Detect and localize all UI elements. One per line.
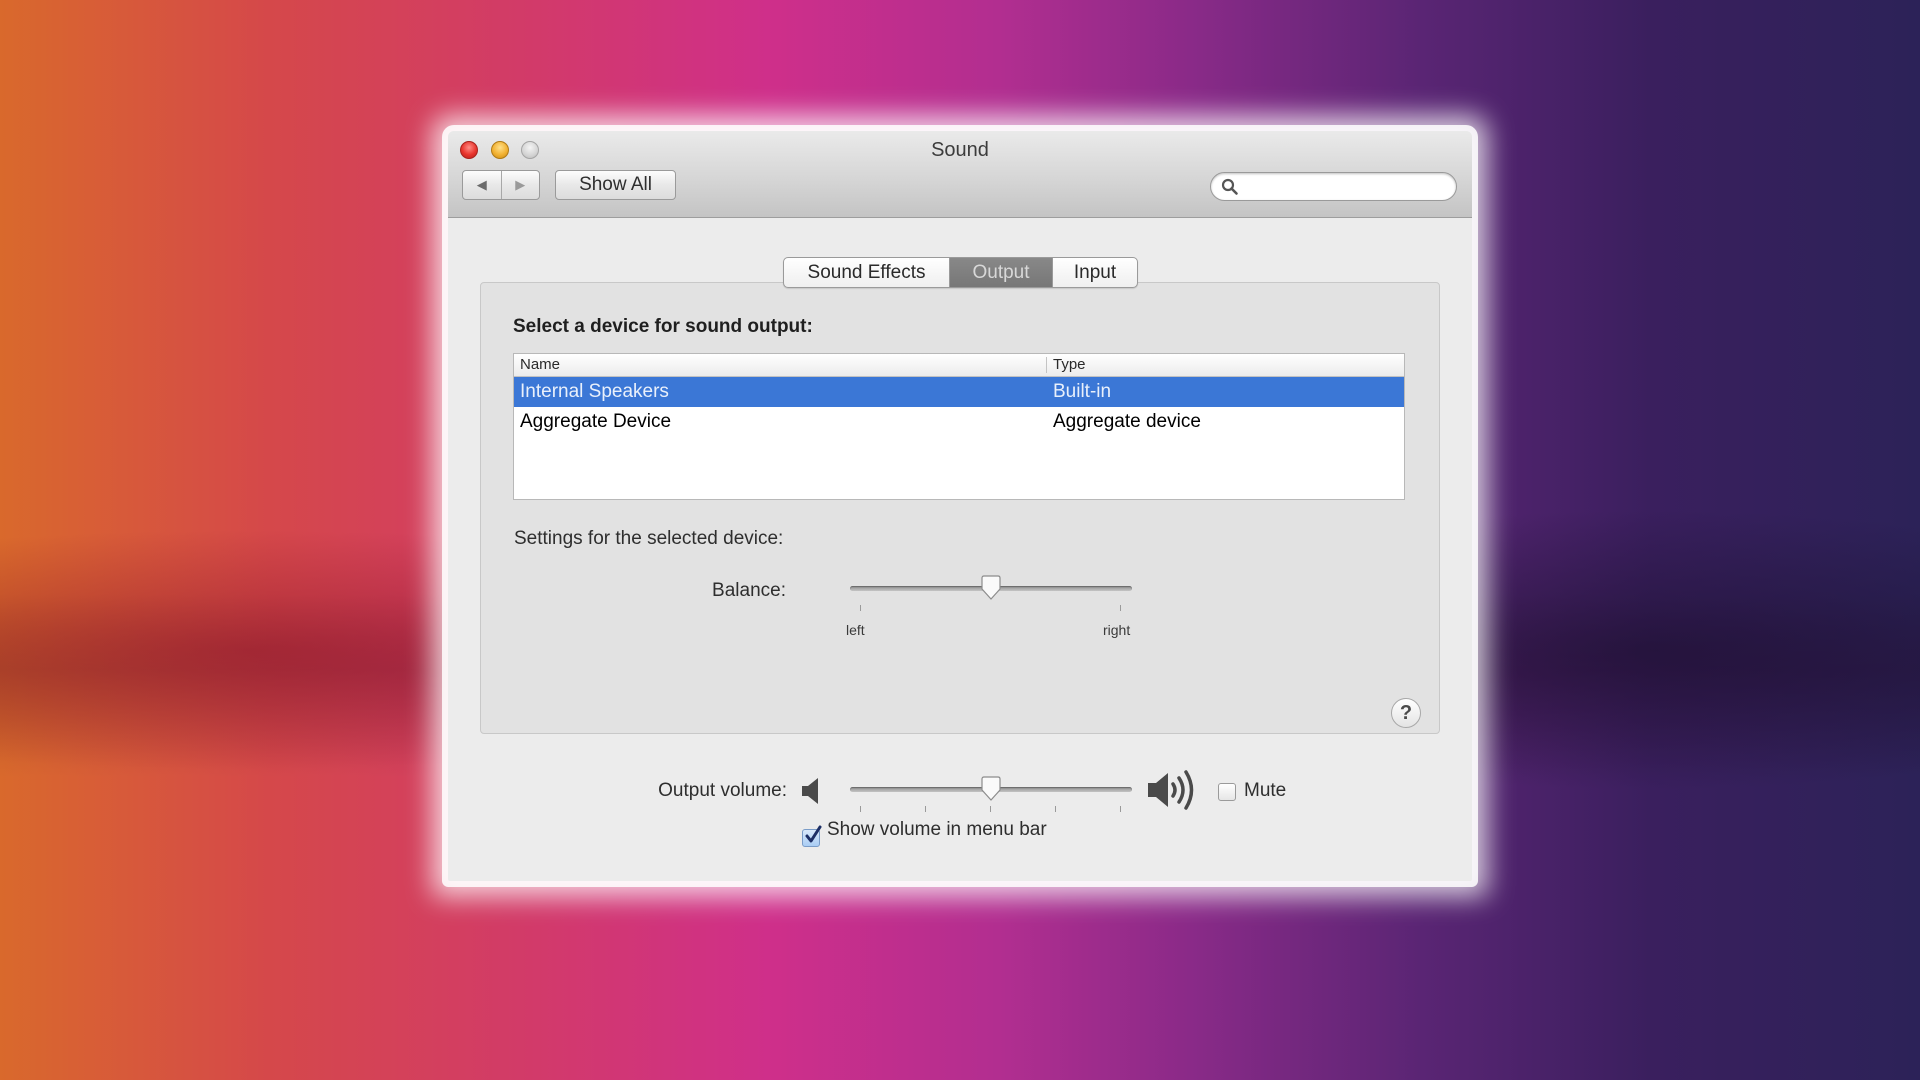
balance-thumb[interactable] [980, 575, 1002, 601]
magnifier-icon [1221, 178, 1238, 195]
output-device-table[interactable]: Name Type Internal Speakers Built-in Agg… [513, 353, 1405, 500]
tab-sound-effects[interactable]: Sound Effects [784, 258, 949, 287]
volume-tick [860, 806, 861, 812]
back-button[interactable]: ◀ [463, 171, 501, 199]
tab-output[interactable]: Output [949, 258, 1052, 287]
device-name: Aggregate Device [520, 411, 672, 432]
checkmark-icon [805, 825, 822, 843]
table-row[interactable]: Aggregate Device Aggregate device [514, 407, 1404, 437]
balance-slider[interactable] [850, 575, 1132, 611]
back-forward-buttons: ◀ ▶ [462, 170, 540, 200]
volume-tick [1120, 806, 1121, 812]
sound-preferences-window: Sound ◀ ▶ Show All Sound Effects Output … [448, 131, 1472, 881]
show-volume-checkbox[interactable] [802, 825, 822, 847]
window-title: Sound [931, 139, 989, 161]
output-volume-label: Output volume: [658, 780, 787, 801]
output-volume-slider[interactable] [850, 776, 1132, 812]
table-row[interactable]: Internal Speakers Built-in [514, 377, 1404, 407]
speaker-high-icon [1148, 770, 1194, 810]
mute-label[interactable]: Mute [1244, 780, 1286, 802]
output-group-box [480, 282, 1440, 734]
volume-thumb[interactable] [980, 776, 1002, 802]
help-button[interactable]: ? [1391, 698, 1421, 728]
device-name: Internal Speakers [520, 381, 669, 402]
balance-left-label: left [846, 622, 865, 638]
search-field[interactable] [1210, 172, 1457, 201]
device-type: Built-in [1053, 381, 1112, 402]
balance-label: Balance: [712, 580, 786, 601]
column-header-type[interactable]: Type [1053, 356, 1086, 373]
speaker-low-icon [802, 778, 818, 804]
balance-right-label: right [1103, 622, 1131, 638]
show-volume-label[interactable]: Show volume in menu bar [827, 819, 1047, 841]
table-header: Name Type [514, 354, 1404, 377]
search-input[interactable] [1243, 176, 1447, 198]
triangle-left-icon: ◀ [476, 177, 487, 192]
tab-bar: Sound Effects Output Input [783, 257, 1138, 288]
settings-label: Settings for the selected device: [514, 528, 784, 549]
show-all-button[interactable]: Show All [555, 170, 676, 200]
device-type: Aggregate device [1053, 411, 1201, 432]
mute-checkbox[interactable] [1218, 783, 1236, 801]
column-header-name[interactable]: Name [520, 356, 560, 373]
triangle-right-icon: ▶ [515, 177, 526, 192]
column-divider[interactable] [1046, 357, 1047, 373]
forward-button[interactable]: ▶ [500, 171, 540, 199]
balance-tick [1120, 605, 1121, 611]
volume-tick [990, 806, 991, 812]
volume-tick [925, 806, 926, 812]
volume-tick [1055, 806, 1056, 812]
device-select-heading: Select a device for sound output: [513, 316, 813, 337]
title-toolbar: Sound ◀ ▶ Show All [448, 131, 1472, 218]
balance-tick [860, 605, 861, 611]
tab-input[interactable]: Input [1052, 258, 1137, 287]
